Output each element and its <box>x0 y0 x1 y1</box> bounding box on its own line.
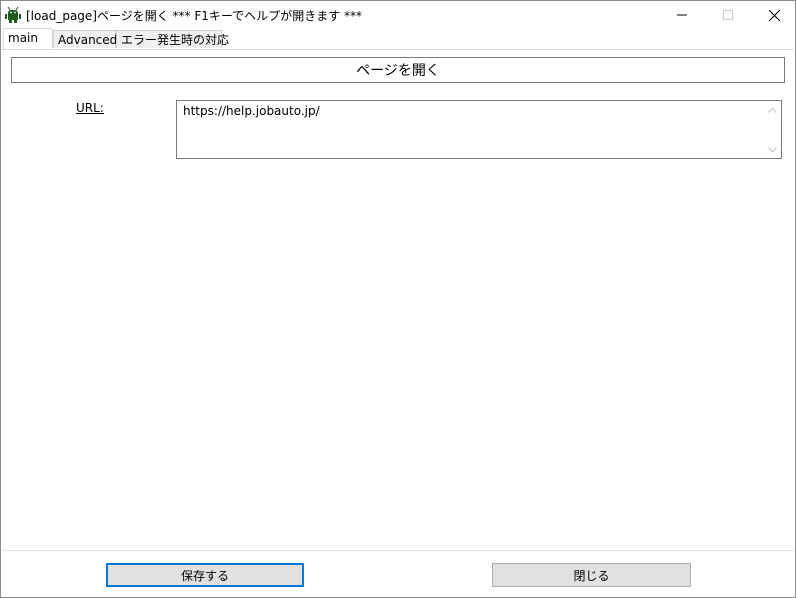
minimize-icon <box>677 14 687 16</box>
url-label: URL: <box>76 101 104 115</box>
tab-error-handling[interactable]: エラー発生時の対応 <box>116 30 229 48</box>
url-value: https://help.jobauto.jp/ <box>183 104 320 118</box>
scroll-down-icon[interactable] <box>766 143 779 156</box>
android-robot-icon <box>5 6 21 23</box>
minimize-button[interactable] <box>659 1 705 29</box>
close-icon <box>768 9 780 21</box>
maximize-icon <box>723 10 733 20</box>
tab-advanced[interactable]: Advanced <box>53 30 117 48</box>
url-input[interactable]: https://help.jobauto.jp/ <box>176 100 782 159</box>
close-button[interactable]: 閉じる <box>492 563 691 587</box>
scroll-up-icon[interactable] <box>766 103 779 116</box>
main-tab-panel: ページを開く URL: https://help.jobauto.jp/ <box>2 49 794 550</box>
page-title: ページを開く <box>11 57 785 83</box>
maximize-button[interactable] <box>705 1 751 29</box>
footer-divider <box>2 550 794 551</box>
close-window-button[interactable] <box>751 1 796 29</box>
dialog-window: [load_page]ページを開く *** F1キーでヘルプが開きます *** … <box>0 0 796 598</box>
window-title: [load_page]ページを開く *** F1キーでヘルプが開きます *** <box>26 9 363 23</box>
save-button[interactable]: 保存する <box>106 563 304 587</box>
tab-strip: main Advanced エラー発生時の対応 <box>1 28 795 49</box>
tab-main[interactable]: main <box>3 28 53 49</box>
title-bar: [load_page]ページを開く *** F1キーでヘルプが開きます *** <box>1 1 795 29</box>
